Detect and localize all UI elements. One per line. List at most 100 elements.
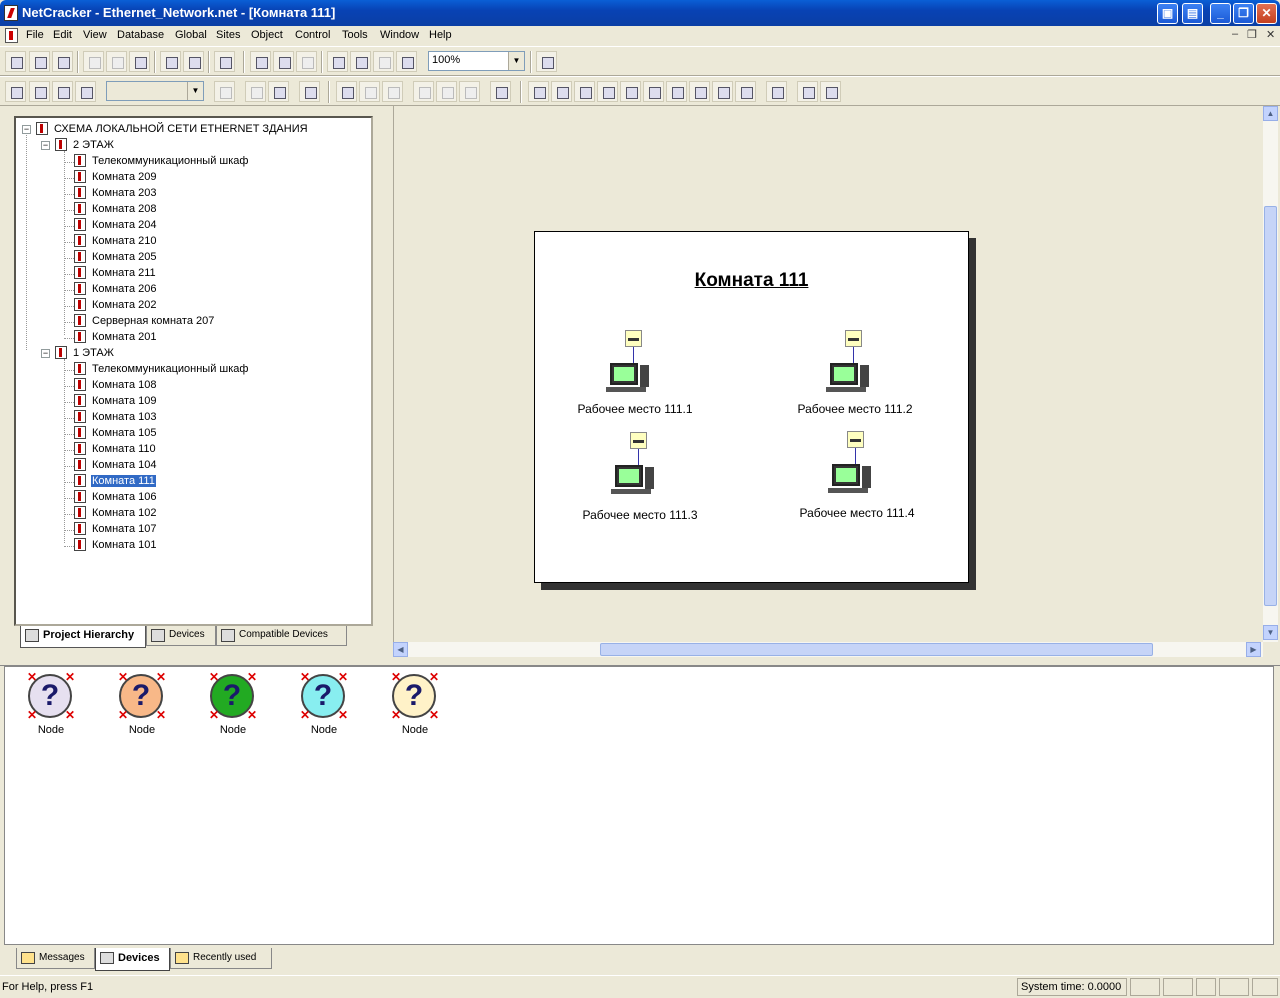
tree-root[interactable]: СХЕМА ЛОКАЛЬНОЙ СЕТИ ETHERNET ЗДАНИЯ [36,122,309,138]
properties-icon[interactable] [214,81,235,102]
object-combo[interactable]: ▼ [106,81,204,101]
room-sheet[interactable]: Комната 111 Рабочее место 111.1 Рабочее … [534,231,969,583]
app-icon[interactable] [4,5,18,21]
tree-item[interactable]: Комната 111 [74,473,157,490]
tree-item[interactable]: Комната 109 [74,394,157,410]
zoom-area-icon[interactable] [327,51,348,72]
minimize-button[interactable]: _ [1210,3,1231,24]
tab-bottom-devices[interactable]: Devices [95,948,170,971]
view-tree-icon[interactable] [29,81,50,102]
project-tree[interactable]: − СХЕМА ЛОКАЛЬНОЙ СЕТИ ETHERNET ЗДАНИЯ −… [14,116,373,626]
print-icon[interactable] [183,51,204,72]
copy-icon[interactable] [106,51,127,72]
collapse-icon[interactable]: − [41,141,50,150]
tree-item[interactable]: Комната 210 [74,234,157,250]
zoom-fit-icon[interactable] [350,51,371,72]
tree-item[interactable]: Комната 201 [74,330,157,346]
chevron-down-icon[interactable]: ▼ [187,82,203,100]
collapse-icon[interactable]: − [41,349,50,358]
scroll-down-icon[interactable]: ▼ [1263,625,1278,640]
layout-window-icon[interactable]: ▤ [1182,3,1203,24]
menu-global[interactable]: Global [175,29,207,41]
mdi-restore-icon[interactable]: ❐ [1247,28,1257,41]
tools-icon[interactable] [689,81,710,102]
diagram-canvas[interactable]: Комната 111 Рабочее место 111.1 Рабочее … [393,106,1263,642]
help-window-icon[interactable]: ▣ [1157,3,1178,24]
link-help-icon[interactable] [597,81,618,102]
print-preview-icon[interactable] [160,51,181,72]
menu-database[interactable]: Database [117,29,164,41]
no-entry-icon[interactable] [766,81,787,102]
open-icon[interactable] [29,51,50,72]
tab-recently-used[interactable]: Recently used [170,948,272,969]
grid-icon[interactable] [712,81,733,102]
menu-file[interactable]: File [26,29,44,41]
chevron-down-icon[interactable]: ▼ [508,52,524,70]
zoom-in-icon[interactable] [250,51,271,72]
menu-object[interactable]: Object [251,29,283,41]
tree-item[interactable]: Комната 202 [74,298,157,314]
tree-item[interactable]: Комната 108 [74,378,157,394]
tab-devices[interactable]: Devices [146,626,216,646]
workstation[interactable]: Рабочее место 111.2 [775,330,935,425]
new-icon[interactable] [5,51,26,72]
view-list-icon[interactable] [52,81,73,102]
mdi-close-icon[interactable]: ✕ [1266,28,1275,41]
binoculars-icon[interactable] [268,81,289,102]
horizontal-scrollbar[interactable]: ◀ ▶ [393,642,1263,657]
tree-item[interactable]: Комната 206 [74,282,157,298]
tree-item[interactable]: Комната 104 [74,458,157,474]
stop-icon[interactable] [359,81,380,102]
close-button[interactable]: ✕ [1256,3,1277,24]
restore-button[interactable]: ❐ [1233,3,1254,24]
preview-icon[interactable] [820,81,841,102]
zoom-combo[interactable]: 100% ▼ [428,51,525,71]
menu-tools[interactable]: Tools [342,29,368,41]
workstation[interactable]: Рабочее место 111.4 [777,431,937,526]
paste-icon[interactable] [129,51,150,72]
tree-item[interactable]: Комната 110 [74,442,157,458]
disconnect-icon[interactable] [643,81,664,102]
pause-icon[interactable] [382,81,403,102]
view-icons-icon[interactable] [5,81,26,102]
tree-item[interactable]: Комната 204 [74,218,157,234]
pencil-icon[interactable] [551,81,572,102]
view-details-icon[interactable] [75,81,96,102]
device-node[interactable]: ? ✕ ✕ ✕ ✕ Node [193,671,273,742]
device-palette[interactable]: ? ✕ ✕ ✕ ✕ Node? ✕ ✕ ✕ ✕ Node? ✕ ✕ ✕ ✕ Node? ✕ ✕ ✕ ✕ Node? ✕ ✕ ✕… [4,666,1274,945]
pointer-icon[interactable] [528,81,549,102]
save-icon[interactable] [52,51,73,72]
device-node[interactable]: ? ✕ ✕ ✕ ✕ Node [11,671,91,742]
zoom-out-icon[interactable] [273,51,294,72]
device-node[interactable]: ? ✕ ✕ ✕ ✕ Node [284,671,364,742]
tree-item[interactable]: Комната 107 [74,522,157,538]
device-node[interactable]: ? ✕ ✕ ✕ ✕ Node [375,671,455,742]
tab-compatible-devices[interactable]: Compatible Devices [216,626,347,646]
add-traffic-icon[interactable] [413,81,434,102]
tree-item[interactable]: Комната 211 [74,266,157,282]
menu-help[interactable]: Help [429,29,452,41]
tree-item[interactable]: Комната 106 [74,490,157,506]
network-icon[interactable] [490,81,511,102]
tree-item[interactable]: Комната 208 [74,202,157,218]
zoom-prev-icon[interactable] [373,51,394,72]
cut-icon[interactable] [83,51,104,72]
tree-item[interactable]: Комната 105 [74,426,157,442]
tree-item[interactable]: Телекоммуникационный шкаф [74,362,249,378]
tab-messages[interactable]: Messages [16,948,95,969]
scroll-up-icon[interactable]: ▲ [1263,106,1278,121]
find-disabled-icon[interactable] [245,81,266,102]
connect-icon[interactable] [620,81,641,102]
menu-view[interactable]: View [83,29,107,41]
mdi-minimize-icon[interactable]: – [1232,28,1238,40]
scroll-right-icon[interactable]: ▶ [1246,642,1261,657]
scroll-thumb[interactable] [600,643,1153,656]
document-icon[interactable] [5,28,18,43]
pane-splitter[interactable] [0,658,1280,666]
link-icon[interactable] [574,81,595,102]
tree-item[interactable]: Серверная комната 207 [74,314,215,330]
menu-sites[interactable]: Sites [216,29,240,41]
zoom-next-icon[interactable] [396,51,417,72]
remove-traffic-icon[interactable] [459,81,480,102]
device-node[interactable]: ? ✕ ✕ ✕ ✕ Node [102,671,182,742]
